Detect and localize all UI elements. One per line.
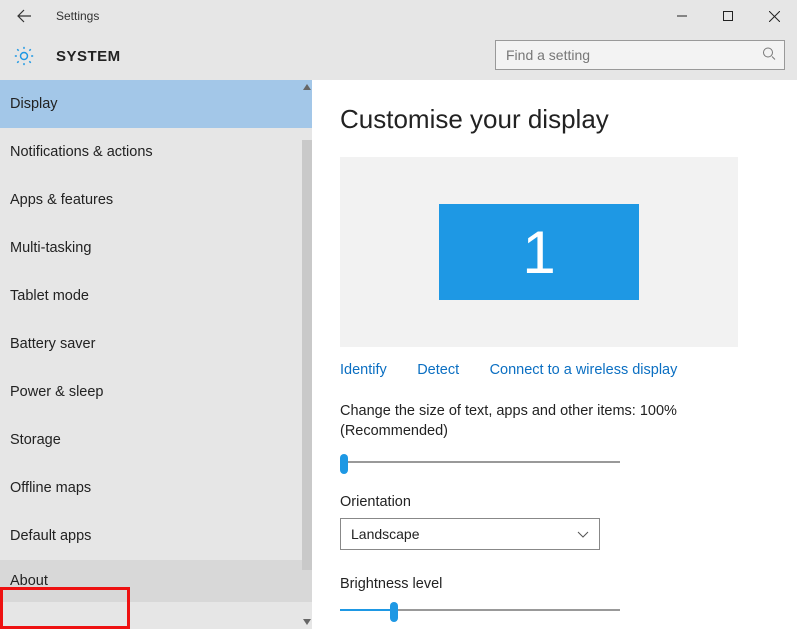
header: SYSTEM Find a setting (0, 32, 797, 80)
gear-icon (13, 45, 35, 67)
scrollbar-thumb[interactable] (302, 140, 312, 570)
sidebar-item-notifications[interactable]: Notifications & actions (0, 128, 312, 176)
sidebar-item-battery-saver[interactable]: Battery saver (0, 320, 312, 368)
sidebar-item-label: About (10, 573, 48, 589)
identify-link[interactable]: Identify (340, 362, 387, 378)
page-header-title: SYSTEM (56, 48, 121, 65)
sidebar-item-label: Storage (10, 432, 61, 448)
sidebar-item-label: Default apps (10, 528, 91, 544)
scroll-up-arrow-icon (302, 82, 312, 92)
monitor-number: 1 (522, 218, 555, 287)
monitor-rect[interactable]: 1 (439, 204, 639, 300)
sidebar-item-label: Apps & features (10, 192, 113, 208)
slider-thumb[interactable] (390, 602, 398, 622)
sidebar: Display Notifications & actions Apps & f… (0, 80, 312, 629)
search-input[interactable]: Find a setting (495, 40, 785, 70)
orientation-value: Landscape (351, 526, 420, 542)
display-links-row: Identify Detect Connect to a wireless di… (340, 361, 769, 379)
scroll-down-arrow-icon (302, 617, 312, 627)
sidebar-item-default-apps[interactable]: Default apps (0, 512, 312, 560)
close-button[interactable] (751, 0, 797, 32)
minimize-icon (677, 11, 687, 21)
sidebar-item-label: Display (10, 96, 58, 112)
maximize-button[interactable] (705, 0, 751, 32)
sidebar-item-label: Offline maps (10, 480, 91, 496)
orientation-label: Orientation (340, 494, 769, 510)
arrow-left-icon (16, 8, 32, 24)
sidebar-item-label: Tablet mode (10, 288, 89, 304)
scale-slider[interactable] (340, 452, 620, 472)
display-preview[interactable]: 1 (340, 157, 738, 347)
body: Display Notifications & actions Apps & f… (0, 80, 797, 629)
window-controls (659, 0, 797, 32)
sidebar-item-label: Notifications & actions (10, 144, 153, 160)
slider-fill (340, 609, 390, 611)
close-icon (769, 11, 780, 22)
window-title: Settings (56, 9, 99, 23)
sidebar-item-label: Battery saver (10, 336, 95, 352)
content-pane: Customise your display 1 Identify Detect… (312, 80, 797, 629)
back-button[interactable] (8, 0, 40, 32)
sidebar-item-label: Power & sleep (10, 384, 104, 400)
settings-gear[interactable] (10, 42, 38, 70)
maximize-icon (723, 11, 733, 21)
sidebar-item-multitasking[interactable]: Multi-tasking (0, 224, 312, 272)
slider-track (340, 461, 620, 463)
sidebar-item-offline-maps[interactable]: Offline maps (0, 464, 312, 512)
brightness-slider[interactable] (340, 600, 620, 620)
search-placeholder: Find a setting (506, 47, 590, 63)
chevron-down-icon (577, 526, 589, 542)
detect-link[interactable]: Detect (417, 362, 459, 378)
sidebar-item-about[interactable]: About (0, 560, 312, 602)
scale-text: Change the size of text, apps and other … (340, 401, 769, 442)
titlebar: Settings (0, 0, 797, 32)
sidebar-item-display[interactable]: Display (0, 80, 312, 128)
sidebar-item-storage[interactable]: Storage (0, 416, 312, 464)
search-icon (762, 47, 776, 64)
page-title: Customise your display (340, 104, 769, 135)
slider-thumb[interactable] (340, 454, 348, 474)
orientation-select[interactable]: Landscape (340, 518, 600, 550)
brightness-label: Brightness level (340, 576, 769, 592)
wireless-display-link[interactable]: Connect to a wireless display (490, 362, 678, 378)
minimize-button[interactable] (659, 0, 705, 32)
sidebar-item-power-sleep[interactable]: Power & sleep (0, 368, 312, 416)
sidebar-item-label: Multi-tasking (10, 240, 91, 256)
sidebar-item-tablet-mode[interactable]: Tablet mode (0, 272, 312, 320)
sidebar-scrollbar[interactable] (302, 80, 312, 629)
sidebar-item-apps-features[interactable]: Apps & features (0, 176, 312, 224)
